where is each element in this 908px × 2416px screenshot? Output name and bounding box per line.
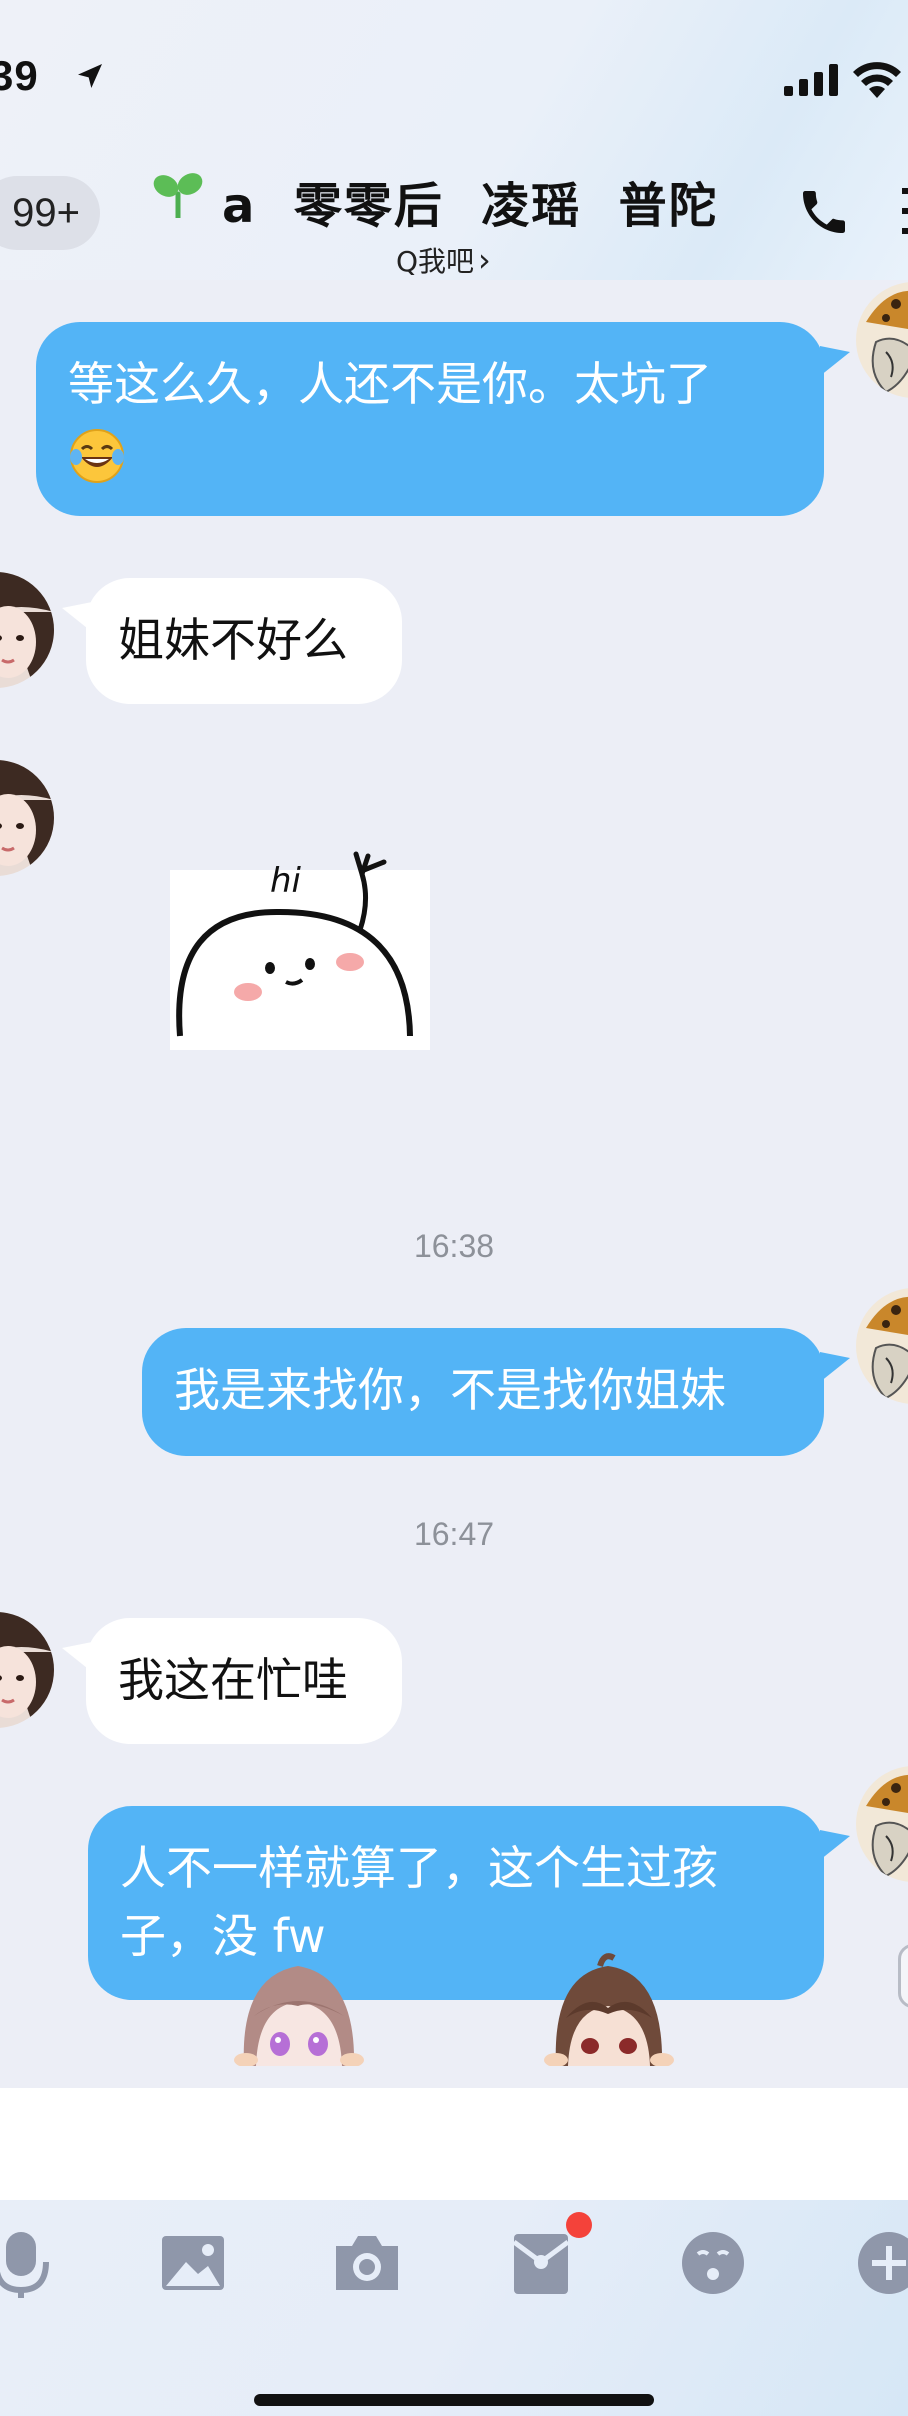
peeking-boy-character	[544, 1953, 674, 2066]
my-avatar[interactable]	[856, 1766, 908, 1882]
more-icon[interactable]	[900, 188, 908, 238]
contact-avatar[interactable]	[0, 572, 54, 688]
message-input[interactable]	[0, 2088, 908, 2200]
scroll-to-bottom-edge[interactable]	[898, 1944, 908, 2008]
message-bubble-outgoing[interactable]: 我是来找你，不是找你姐妹	[142, 1328, 824, 1456]
bubble-tail	[62, 602, 92, 632]
chat-toolbar	[0, 2200, 908, 2416]
bubble-tail	[820, 1830, 850, 1860]
unread-count: 99+	[12, 190, 80, 235]
chat-subtitle[interactable]: Q我吧 ›	[396, 240, 491, 280]
message-text-line-2: 子，没 fw	[120, 1909, 326, 1963]
contact-avatar[interactable]	[0, 1612, 54, 1728]
message-text-line-1: 人不一样就算了，这个生过孩	[120, 1841, 718, 1895]
message-bubble-outgoing[interactable]: 人不一样就算了，这个生过孩 子，没 fw	[88, 1806, 824, 2000]
wifi-icon	[853, 62, 901, 98]
home-indicator[interactable]	[254, 2394, 654, 2406]
image-icon[interactable]	[158, 2228, 228, 2298]
hi-blob-sticker-icon: hi	[170, 851, 430, 1050]
bubble-tail	[820, 346, 850, 376]
sticker-text: hi	[270, 861, 302, 901]
message-bubble-outgoing[interactable]: 等这么久，人还不是你。太坑了	[36, 322, 824, 516]
notification-dot	[566, 2212, 592, 2238]
chat-screen: 39 99+ a 零零后 凌瑶 普陀 Q我吧 › 等这么久，人还不是你。太坑了	[0, 0, 908, 2416]
message-text: 我是来找你，不是找你姐妹	[174, 1363, 726, 1417]
status-time: 39	[0, 52, 39, 99]
contact-avatar[interactable]	[0, 760, 54, 876]
laughing-tears-emoji-icon	[70, 428, 124, 483]
back-button-badge[interactable]: 99+	[0, 176, 100, 250]
message-bubble-incoming[interactable]: 姐妹不好么	[86, 578, 402, 704]
message-timestamp: 16:47	[413, 1516, 495, 1552]
chat-title[interactable]: a 零零后 凌瑶 普陀	[222, 166, 719, 236]
phone-icon[interactable]	[796, 184, 852, 240]
plus-icon[interactable]	[854, 2228, 908, 2298]
bubble-tail	[62, 1642, 92, 1672]
peeking-girl-character	[234, 1966, 364, 2066]
chat-subtitle-text: Q我吧	[396, 245, 475, 278]
my-avatar[interactable]	[856, 1288, 908, 1404]
red-packet-icon[interactable]	[506, 2228, 576, 2298]
message-text: 我这在忙哇	[118, 1653, 348, 1707]
chevron-right-icon: ›	[478, 241, 491, 279]
cellular-signal-icon	[784, 64, 838, 96]
sprout-icon	[153, 173, 203, 218]
message-timestamp: 16:38	[413, 1228, 495, 1264]
message-text: 等这么久，人还不是你。太坑了	[68, 357, 712, 411]
sticker-message[interactable]: hi	[170, 840, 430, 1050]
location-arrow-icon	[78, 64, 102, 88]
microphone-icon[interactable]	[0, 2228, 58, 2298]
message-bubble-incoming[interactable]: 我这在忙哇	[86, 1618, 402, 1744]
message-text: 姐妹不好么	[118, 613, 348, 667]
my-avatar[interactable]	[856, 282, 908, 398]
top-header	[0, 0, 908, 280]
emoji-icon[interactable]	[678, 2228, 748, 2298]
bubble-tail	[820, 1352, 850, 1382]
camera-icon[interactable]	[332, 2228, 402, 2298]
